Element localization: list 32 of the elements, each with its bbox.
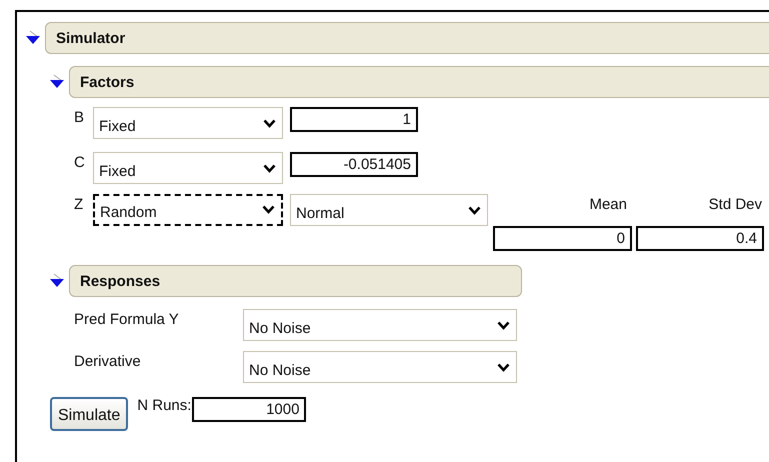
dropdown[interactable]: Fixed	[93, 107, 283, 139]
dropdown[interactable]: Fixed	[93, 152, 283, 184]
column-header: Mean	[588, 195, 627, 213]
caret-icon	[497, 321, 510, 330]
caret-icon	[262, 205, 275, 214]
parameter-field[interactable]: 0	[493, 226, 632, 251]
dropdown[interactable]: No Noise	[243, 309, 517, 341]
caret-icon	[468, 206, 481, 215]
response-label: Pred Formula Y	[74, 310, 180, 328]
section-header[interactable]: Factors	[69, 66, 769, 98]
dropdown[interactable]: No Noise	[243, 351, 517, 383]
factor-label: B	[74, 108, 86, 126]
section-header[interactable]: Simulator	[45, 22, 769, 54]
factor-label: Z	[74, 195, 84, 213]
n-runs-label: N Runs:	[137, 397, 192, 414]
parameter-field[interactable]: 0.4	[636, 226, 764, 251]
column-header: Std Dev	[708, 195, 762, 213]
response-label: Derivative	[74, 352, 142, 370]
disclosure-triangle-icon[interactable]	[25, 30, 41, 46]
value-field[interactable]: 1	[290, 107, 418, 132]
caret-icon	[263, 119, 276, 128]
n-runs-field[interactable]: 1000	[192, 397, 306, 422]
disclosure-triangle-icon[interactable]	[49, 74, 65, 90]
section-header[interactable]: Responses	[69, 265, 522, 297]
disclosure-triangle-icon[interactable]	[49, 273, 65, 289]
factor-label: C	[74, 153, 86, 171]
value-field[interactable]: -0.051405	[290, 152, 418, 177]
dropdown[interactable]: Random	[93, 194, 283, 226]
dropdown[interactable]: Normal	[290, 194, 488, 226]
caret-icon	[497, 363, 510, 372]
caret-icon	[263, 164, 276, 173]
simulate-button[interactable]: Simulate	[50, 397, 128, 431]
